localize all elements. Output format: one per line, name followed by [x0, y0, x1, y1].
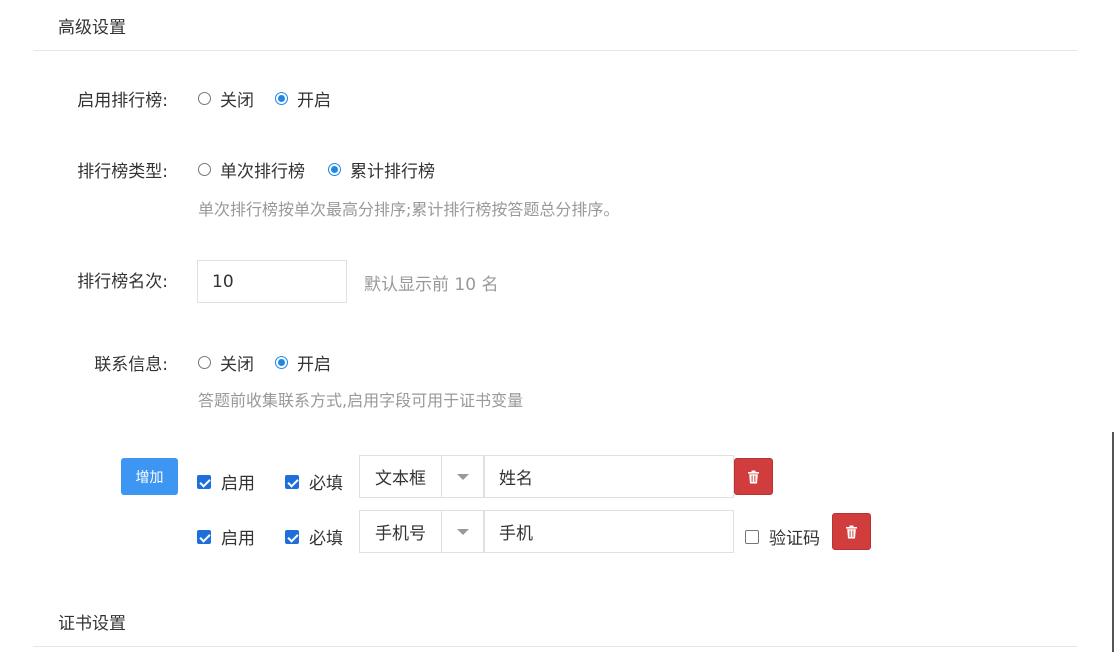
section-title-advanced: 高级设置 [58, 18, 126, 38]
section-divider [33, 646, 1077, 647]
checkbox-checked-icon [197, 474, 211, 489]
checkbox-label: 验证码 [769, 529, 820, 549]
radio-label: 开启 [297, 91, 331, 111]
contact-hint: 答题前收集联系方式,启用字段可用于证书变量 [198, 391, 524, 410]
ranking-enable-off-radio[interactable]: 关闭 [198, 86, 254, 111]
field-required-checkbox[interactable]: 必填 [285, 524, 343, 549]
trash-icon [748, 470, 759, 483]
field-type-select[interactable]: 手机号 [359, 510, 485, 553]
checkbox-icon [745, 529, 759, 544]
ranking-count-input[interactable]: 10 [197, 260, 347, 303]
verify-code-checkbox[interactable]: 验证码 [745, 524, 820, 549]
ranking-enable-label: 启用排行榜: [77, 91, 168, 111]
checkbox-checked-icon [285, 474, 299, 489]
radio-icon [198, 163, 211, 176]
delete-field-button[interactable] [832, 513, 871, 550]
checkbox-checked-icon [197, 529, 211, 544]
radio-checked-icon [275, 92, 288, 105]
ranking-type-single-radio[interactable]: 单次排行榜 [198, 157, 305, 182]
section-divider [33, 50, 1077, 51]
field-required-checkbox[interactable]: 必填 [285, 469, 343, 494]
field-name-input[interactable]: 手机 [484, 510, 734, 553]
select-arrow[interactable] [441, 511, 484, 552]
trash-icon [846, 525, 857, 538]
scrollbar[interactable] [1112, 432, 1114, 652]
contact-on-radio[interactable]: 开启 [275, 350, 331, 375]
radio-checked-icon [275, 356, 288, 369]
checkbox-label: 启用 [221, 529, 255, 549]
radio-label: 累计排行榜 [350, 162, 435, 182]
radio-label: 关闭 [220, 91, 254, 111]
caret-down-icon [456, 528, 469, 535]
radio-icon [198, 356, 211, 369]
ranking-type-cumulative-radio[interactable]: 累计排行榜 [328, 157, 435, 182]
radio-label: 关闭 [220, 355, 254, 375]
section-title-certificate: 证书设置 [58, 614, 126, 634]
ranking-type-label: 排行榜类型: [77, 162, 168, 182]
field-enabled-checkbox[interactable]: 启用 [197, 524, 255, 549]
contact-off-radio[interactable]: 关闭 [198, 350, 254, 375]
ranking-type-hint: 单次排行榜按单次最高分排序;累计排行榜按答题总分排序。 [198, 200, 620, 219]
add-field-button[interactable]: 增加 [121, 458, 178, 495]
select-value: 文本框 [375, 469, 426, 489]
ranking-count-hint: 默认显示前 10 名 [364, 275, 499, 295]
radio-label: 开启 [297, 355, 331, 375]
radio-icon [198, 92, 211, 105]
checkbox-label: 必填 [309, 529, 343, 549]
field-name-input[interactable]: 姓名 [484, 455, 734, 498]
caret-down-icon [456, 473, 469, 480]
checkbox-label: 必填 [309, 474, 343, 494]
checkbox-checked-icon [285, 529, 299, 544]
ranking-enable-on-radio[interactable]: 开启 [275, 86, 331, 111]
radio-label: 单次排行榜 [220, 162, 305, 182]
radio-checked-icon [328, 163, 341, 176]
field-enabled-checkbox[interactable]: 启用 [197, 469, 255, 494]
ranking-count-label: 排行榜名次: [77, 272, 168, 292]
field-type-select[interactable]: 文本框 [359, 455, 485, 498]
delete-field-button[interactable] [734, 458, 773, 495]
checkbox-label: 启用 [221, 474, 255, 494]
select-value: 手机号 [375, 524, 426, 544]
contact-label: 联系信息: [94, 355, 168, 375]
select-arrow[interactable] [441, 456, 484, 497]
